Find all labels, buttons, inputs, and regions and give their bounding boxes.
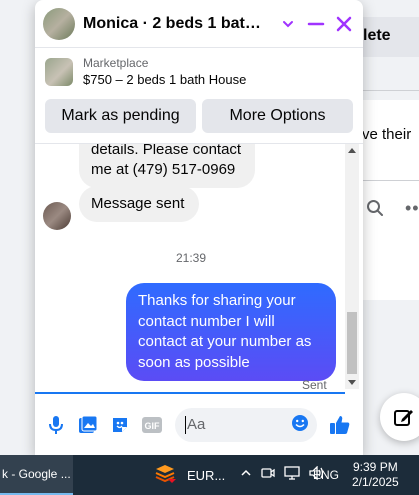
- compose-icon: [394, 410, 413, 426]
- listing-thumbnail[interactable]: [45, 57, 73, 86]
- background-text: ve their: [362, 126, 412, 143]
- stocks-icon[interactable]: [154, 465, 176, 485]
- search-icon[interactable]: [366, 199, 384, 217]
- background-divider: [355, 90, 419, 91]
- scroll-down-arrow[interactable]: [348, 380, 356, 385]
- outgoing-message[interactable]: Thanks for sharing your contact number I…: [126, 283, 336, 381]
- more-options-button[interactable]: More Options: [202, 99, 353, 133]
- message-timestamp: 21:39: [175, 251, 207, 265]
- chat-window: Monica · 2 beds 1 bath Ho... Marketplace…: [35, 0, 363, 455]
- delivery-status: Sent: [302, 378, 327, 392]
- incoming-message[interactable]: details. Please contact me at (479) 517-…: [79, 144, 255, 188]
- chat-title[interactable]: Monica · 2 beds 1 bath Ho...: [83, 15, 269, 33]
- incoming-message[interactable]: Message sent: [79, 186, 199, 222]
- taskbar: k - Google ... EUR... ENG 9:39 PM 2/1/20…: [0, 455, 419, 495]
- message-list[interactable]: details. Please contact me at (479) 517-…: [35, 144, 363, 393]
- contact-avatar[interactable]: [43, 7, 75, 40]
- microphone-icon[interactable]: [45, 414, 67, 436]
- close-icon[interactable]: [333, 13, 355, 35]
- marketplace-label: Marketplace: [83, 56, 149, 70]
- photo-icon[interactable]: [77, 414, 99, 436]
- message-input[interactable]: Aa: [175, 408, 317, 442]
- message-input-placeholder: Aa: [185, 416, 291, 434]
- clock-time: 9:39 PM: [353, 460, 398, 474]
- like-icon[interactable]: [329, 414, 351, 436]
- language-indicator[interactable]: ENG: [313, 468, 339, 482]
- chevron-down-icon[interactable]: [277, 13, 299, 35]
- chat-header[interactable]: Monica · 2 beds 1 bath Ho...: [35, 0, 363, 48]
- network-icon[interactable]: [284, 466, 300, 480]
- focus-indicator: [35, 392, 345, 394]
- background-divider: [355, 180, 419, 181]
- taskbar-app-chrome[interactable]: k - Google ...: [0, 455, 73, 495]
- contact-avatar[interactable]: [43, 202, 71, 230]
- meet-now-icon[interactable]: [261, 466, 275, 480]
- more-icon[interactable]: •••: [405, 198, 419, 219]
- sticker-icon[interactable]: [109, 414, 131, 436]
- scroll-up-arrow[interactable]: [348, 148, 356, 153]
- currency-widget[interactable]: EUR...: [187, 468, 225, 483]
- minimize-icon[interactable]: [305, 13, 327, 35]
- background-delete-button[interactable]: lete: [355, 17, 419, 57]
- mark-as-pending-button[interactable]: Mark as pending: [45, 99, 196, 133]
- chevron-up-icon[interactable]: [240, 467, 252, 479]
- scroll-thumb[interactable]: [347, 312, 357, 374]
- listing-title[interactable]: $750 – 2 beds 1 bath House: [83, 72, 246, 87]
- marketplace-card: Marketplace $750 – 2 beds 1 bath House M…: [35, 48, 363, 144]
- clock[interactable]: 9:39 PM 2/1/2025: [352, 460, 399, 490]
- emoji-icon[interactable]: [291, 414, 309, 437]
- message-composer: GIF Aa: [35, 405, 363, 445]
- gif-icon[interactable]: GIF: [141, 414, 163, 436]
- scrollbar[interactable]: [345, 144, 359, 389]
- svg-text:GIF: GIF: [145, 421, 161, 431]
- clock-date: 2/1/2025: [352, 475, 399, 489]
